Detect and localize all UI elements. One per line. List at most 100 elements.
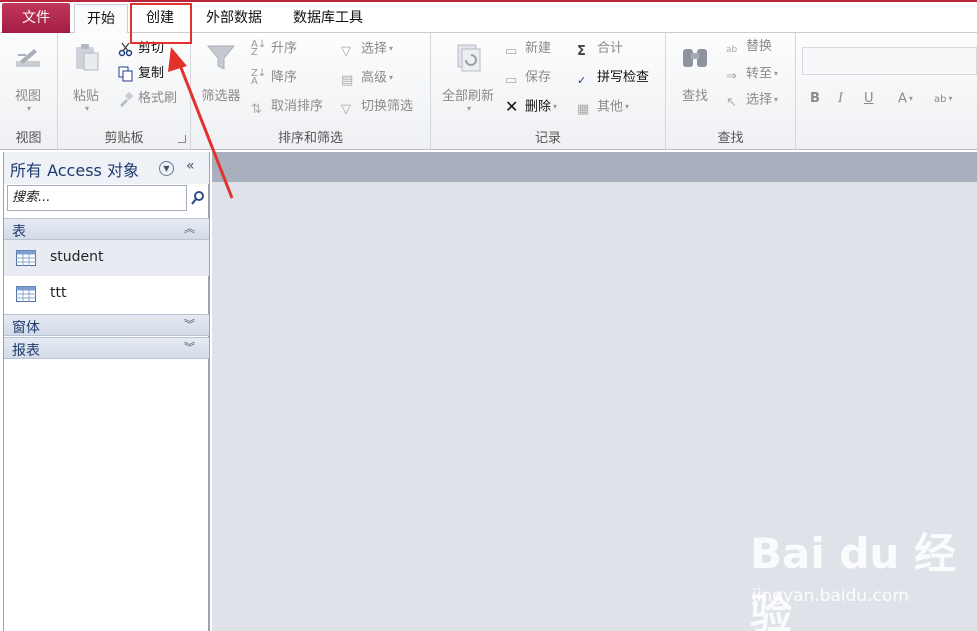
highlight-icon: ab bbox=[934, 94, 947, 105]
replace-label: 替换 bbox=[746, 39, 773, 54]
goto-arrow-icon: ⇒ bbox=[726, 69, 737, 84]
sort-descending-label: 降序 bbox=[271, 70, 298, 85]
remove-sort-label: 取消排序 bbox=[271, 99, 324, 114]
spelling-label: 拼写检查 bbox=[597, 70, 650, 85]
section-reports[interactable]: 报表 ︾ bbox=[4, 337, 209, 359]
filter-button[interactable]: 筛选器 bbox=[197, 41, 245, 104]
group-clipboard: 粘贴 ▾ 剪切 复制 格式刷 剪贴板 bbox=[58, 33, 191, 149]
chevron-up-icon: ︽ bbox=[184, 222, 195, 235]
format-painter-button[interactable]: 格式刷 bbox=[118, 88, 177, 110]
nav-pane-title[interactable]: 所有 Access 对象 bbox=[10, 157, 139, 181]
goto-button[interactable]: ⇒ 转至 ▾ bbox=[726, 63, 778, 85]
tab-database-tools[interactable]: 数据库工具 bbox=[282, 4, 374, 34]
section-forms-label: 窗体 bbox=[12, 320, 40, 336]
baidu-watermark: Bai du 经验 jingyan.baidu.com bbox=[750, 520, 960, 631]
new-record-button[interactable]: ▭ 新建 bbox=[505, 38, 551, 60]
chevron-down-icon: ︾ bbox=[184, 341, 195, 354]
underline-button[interactable]: U bbox=[864, 88, 874, 110]
collapse-pane-icon[interactable]: « bbox=[186, 158, 195, 174]
selection-dropdown-icon: ▾ bbox=[389, 44, 394, 53]
more-button[interactable]: ▦ 其他 ▾ bbox=[577, 96, 629, 118]
section-forms[interactable]: 窗体 ︾ bbox=[4, 314, 209, 336]
section-tables[interactable]: 表 ︽ bbox=[4, 218, 209, 240]
font-name-select[interactable] bbox=[802, 47, 977, 75]
italic-button[interactable]: I bbox=[838, 88, 843, 110]
chevron-down-icon[interactable]: ▼ bbox=[159, 161, 174, 176]
table-item-ttt[interactable]: ttt bbox=[4, 276, 209, 312]
toggle-filter-button[interactable]: ▽ 切换筛选 bbox=[341, 96, 413, 118]
new-record-icon: ▭ bbox=[505, 43, 518, 59]
tab-home[interactable]: 开始 bbox=[74, 4, 128, 34]
selection-filter-button[interactable]: ▽ 选择 ▾ bbox=[341, 38, 393, 60]
highlight-button[interactable]: ab ▾ bbox=[934, 88, 953, 110]
select-button[interactable]: ↖ 选择 ▾ bbox=[726, 89, 778, 111]
search-icon[interactable] bbox=[190, 190, 206, 206]
more-label: 其他 bbox=[597, 99, 624, 115]
advanced-filter-button[interactable]: ▤ 高级 ▾ bbox=[341, 67, 393, 89]
group-find: 查找 ab 替换 ⇒ 转至 ▾ ↖ 选择 ▾ 查找 bbox=[666, 33, 796, 149]
totals-button[interactable]: Σ 合计 bbox=[577, 38, 623, 60]
replace-button[interactable]: ab 替换 bbox=[726, 36, 772, 58]
select-label: 选择 bbox=[746, 92, 773, 108]
section-tables-label: 表 bbox=[12, 224, 26, 240]
delete-record-button[interactable]: ✕ 删除 ▾ bbox=[505, 96, 557, 118]
remove-sort-button[interactable]: ⇅ 取消排序 bbox=[251, 96, 323, 118]
delete-label: 删除 bbox=[525, 99, 552, 115]
spell-check-icon: ✓ bbox=[577, 73, 587, 87]
find-button[interactable]: 查找 bbox=[670, 41, 720, 104]
more-dropdown-icon: ▾ bbox=[625, 102, 630, 111]
paste-button[interactable]: 粘贴 ▾ bbox=[64, 41, 108, 113]
copy-button[interactable]: 复制 bbox=[118, 63, 164, 85]
nav-pane-header[interactable]: 所有 Access 对象 ▼ « bbox=[4, 152, 209, 184]
bold-button[interactable]: B bbox=[810, 88, 820, 110]
chevron-down-icon: ︾ bbox=[184, 318, 195, 331]
save-record-button[interactable]: ▭ 保存 bbox=[505, 67, 551, 89]
delete-dropdown-icon: ▾ bbox=[553, 102, 558, 111]
toggle-filter-label: 切换筛选 bbox=[361, 99, 414, 114]
group-text-formatting: B I U A ▾ ab ▾ bbox=[796, 33, 977, 149]
paste-label: 粘贴 bbox=[72, 89, 99, 104]
toggle-filter-icon: ▽ bbox=[341, 101, 351, 117]
views-group-label: 视图 bbox=[15, 131, 42, 146]
format-painter-label: 格式刷 bbox=[138, 91, 178, 106]
copy-label: 复制 bbox=[138, 66, 165, 81]
view-button[interactable]: 视图 ▾ bbox=[6, 41, 50, 113]
clipboard-dialog-launcher-icon[interactable] bbox=[178, 135, 186, 143]
watermark-brand: Bai du 经验 bbox=[750, 529, 956, 631]
sort-ascending-label: 升序 bbox=[271, 41, 298, 56]
table-item-student[interactable]: student bbox=[4, 240, 209, 276]
nav-search-input[interactable]: 搜索... bbox=[7, 185, 187, 211]
workspace-tab-strip bbox=[212, 152, 977, 182]
save-label: 保存 bbox=[525, 70, 552, 85]
advanced-dropdown-icon: ▾ bbox=[389, 73, 394, 82]
annotation-highlight-box bbox=[130, 3, 192, 44]
highlight-dropdown-icon: ▾ bbox=[948, 94, 953, 103]
sort-descending-button[interactable]: Z↓ A 降序 bbox=[251, 67, 297, 89]
more-grid-icon: ▦ bbox=[577, 102, 590, 117]
table-icon bbox=[16, 250, 36, 266]
advanced-label: 高级 bbox=[361, 70, 388, 86]
cursor-icon: ↖ bbox=[726, 95, 737, 110]
tab-external-data[interactable]: 外部数据 bbox=[196, 4, 272, 34]
font-color-button[interactable]: A ▾ bbox=[898, 88, 913, 110]
watermark-url: jingyan.baidu.com bbox=[752, 586, 909, 606]
ribbon: 视图 ▾ 视图 粘贴 ▾ 剪切 复制 格式刷 剪贴板 筛选器 A↓ Z 升序 Z… bbox=[0, 33, 977, 150]
view-icon bbox=[16, 49, 40, 67]
sort-ascending-button[interactable]: A↓ Z 升序 bbox=[251, 38, 297, 60]
refresh-all-button[interactable]: 全部刷新 ▾ bbox=[435, 41, 501, 113]
group-sort-filter: 筛选器 A↓ Z 升序 Z↓ A 降序 ⇅ 取消排序 ▽ 选择 ▾ ▤ 高级 ▾ ▽ 切换筛选 排序… bbox=[191, 33, 431, 149]
table-item-label: student bbox=[50, 249, 104, 265]
find-label: 查找 bbox=[681, 89, 708, 104]
sort-descending-icon: Z↓ A bbox=[251, 67, 267, 87]
copy-icon bbox=[118, 66, 134, 82]
selection-filter-icon: ▽ bbox=[341, 44, 351, 59]
sort-filter-group-label: 排序和筛选 bbox=[277, 131, 343, 146]
funnel-icon bbox=[206, 45, 236, 70]
tab-file[interactable]: 文件 bbox=[2, 3, 70, 33]
goto-label: 转至 bbox=[746, 66, 773, 82]
spelling-button[interactable]: ✓ 拼写检查 bbox=[577, 67, 649, 89]
clipboard-group-label: 剪贴板 bbox=[104, 131, 144, 146]
select-dropdown-icon: ▾ bbox=[774, 95, 779, 104]
save-icon: ▭ bbox=[505, 72, 518, 88]
replace-icon: ab bbox=[726, 44, 738, 55]
